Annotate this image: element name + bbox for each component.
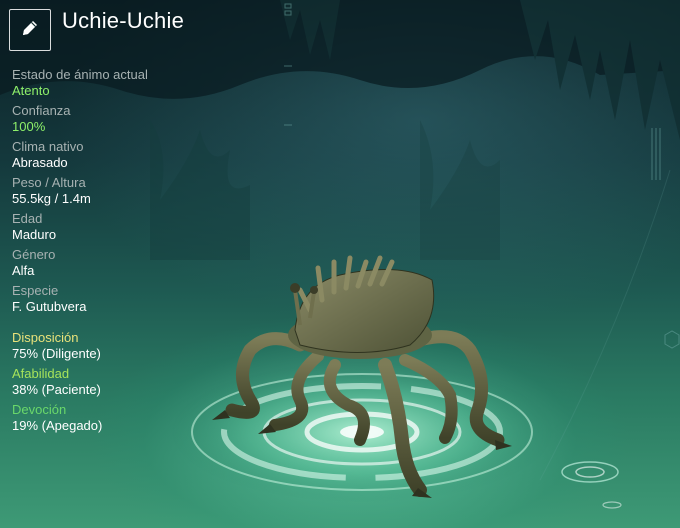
stat-label: Peso / Altura: [12, 175, 86, 190]
trait-value: 75% (Diligente): [12, 346, 101, 361]
rename-button[interactable]: [9, 9, 51, 51]
stat-value: Maduro: [12, 227, 57, 242]
stat-mood: Estado de ánimo actual Atento: [12, 66, 212, 99]
stat-value: F. Gutubvera: [12, 299, 87, 314]
stat-label: Especie: [12, 283, 59, 298]
trait-value: 38% (Paciente): [12, 382, 101, 397]
stat-label: Edad: [12, 211, 43, 226]
stat-gender: Género Alfa: [12, 246, 212, 279]
stat-value: 100%: [12, 119, 46, 134]
stat-climate: Clima nativo Abrasado: [12, 138, 212, 171]
creature-name: Uchie-Uchie: [62, 8, 185, 33]
stat-value: Alfa: [12, 263, 35, 278]
stat-value: Abrasado: [12, 155, 68, 170]
stat-weight-height: Peso / Altura 55.5kg / 1.4m: [12, 174, 212, 207]
creature-stats-panel: Estado de ánimo actual Atento Confianza …: [12, 66, 212, 437]
trait-label: Disposición: [12, 330, 79, 345]
trait-value: 19% (Apegado): [12, 418, 103, 433]
pencil-icon: [19, 17, 41, 44]
trait-disposition: Disposición 75% (Diligente): [12, 329, 212, 362]
stat-trust: Confianza 100%: [12, 102, 212, 135]
personality-traits: Disposición 75% (Diligente) Afabilidad 3…: [12, 329, 212, 434]
stat-label: Confianza: [12, 103, 71, 118]
stat-label: Estado de ánimo actual: [12, 67, 148, 82]
stat-species: Especie F. Gutubvera: [12, 282, 212, 315]
trait-affability: Afabilidad 38% (Paciente): [12, 365, 212, 398]
stat-value: Atento: [12, 83, 50, 98]
stat-label: Género: [12, 247, 56, 262]
stat-value: 55.5kg / 1.4m: [12, 191, 91, 206]
creature-inspect-screen: Uchie-Uchie Estado de ánimo actual Atent…: [0, 0, 680, 528]
trait-label: Afabilidad: [12, 366, 70, 381]
stat-age: Edad Maduro: [12, 210, 212, 243]
stat-label: Clima nativo: [12, 139, 84, 154]
trait-devotion: Devoción 19% (Apegado): [12, 401, 212, 434]
trait-label: Devoción: [12, 402, 67, 417]
